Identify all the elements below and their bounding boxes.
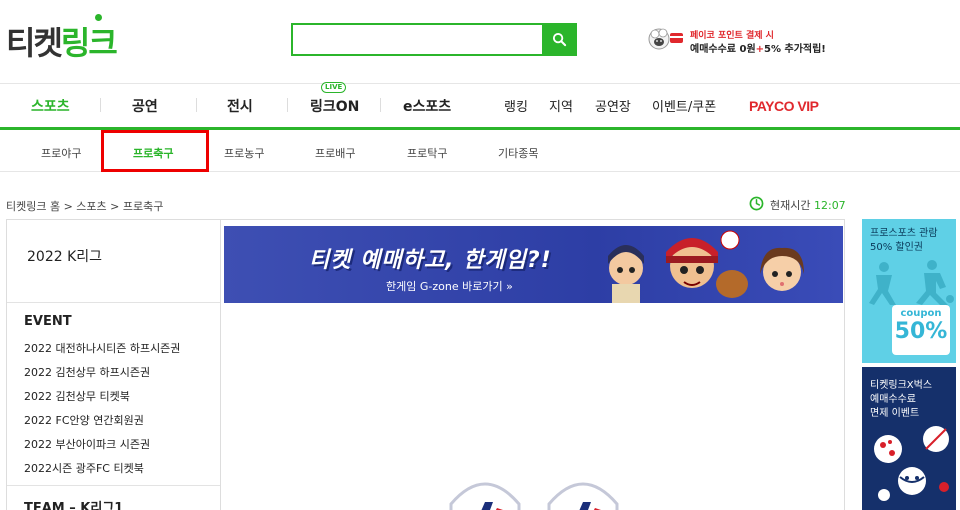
event-link[interactable]: 2022 대전하나시티즌 하프시즌권 — [24, 340, 180, 356]
main-content: 티켓 예매하고, 한게임?! 한게임 G-zone 바로가기 » — [220, 219, 845, 510]
nav-separator — [287, 98, 288, 112]
live-badge: LIVE — [321, 82, 347, 93]
athletes-silhouette-icon — [869, 260, 954, 307]
breadcrumb: 티켓링크 홈 > 스포츠 > 프로축구 — [6, 200, 164, 213]
ad1-line-1: 프로스포츠 관람 — [870, 228, 938, 239]
promo-plus: + — [755, 44, 765, 55]
logo-text-ticket: 티켓 — [6, 25, 63, 61]
logo-text-link: 링크 — [60, 25, 118, 61]
sheep-mascot-icon — [648, 28, 683, 50]
team-emblem-icon[interactable] — [441, 474, 529, 510]
event-heading: EVENT — [24, 314, 72, 329]
nav-item-performance[interactable]: 공연 — [132, 84, 158, 127]
search-input[interactable] — [293, 25, 542, 54]
nav-item-event-coupon[interactable]: 이벤트/쿠폰 — [652, 84, 716, 127]
nav-item-region[interactable]: 지역 — [549, 84, 573, 127]
nav-item-payco-vip[interactable]: PAYCO VIP — [749, 84, 819, 127]
site-header: 티켓링크 페이코 포인트 결제 시 예매수수료 0원+5% 추가적립! — [0, 0, 960, 84]
subnav-item-pro-soccer[interactable]: 프로축구 — [133, 133, 173, 172]
subnav-item-pro-baseball[interactable]: 프로야구 — [41, 133, 81, 172]
promo-line-2: 예매수수료 0원+5% 추가적립! — [690, 40, 826, 55]
nav-item-sports[interactable]: 스포츠 — [31, 84, 70, 127]
promo-extra-points: 5% 추가적립! — [764, 44, 826, 55]
ad2-line-2: 예매수수료 — [870, 394, 916, 405]
payco-promo-banner[interactable]: 페이코 포인트 결제 시 예매수수료 0원+5% 추가적립! — [646, 22, 846, 62]
logo-dot-icon — [95, 14, 102, 21]
left-sidebar: 2022 K리그 EVENT 2022 대전하나시티즌 하프시즌권 2022 김… — [6, 219, 221, 510]
event-link[interactable]: 2022 FC안양 연간회원권 — [24, 412, 144, 428]
subnav-item-pro-basketball[interactable]: 프로농구 — [224, 133, 264, 172]
subnav-item-pro-table-tennis[interactable]: 프로탁구 — [407, 133, 447, 172]
pro-sports-coupon-ad[interactable]: 프로스포츠 관람 50% 할인권 coupon 50% — [862, 219, 956, 363]
current-time: 현재시간 12:07 — [770, 197, 846, 213]
team-heading: TEAM – K리그1 — [24, 501, 124, 510]
event-link[interactable]: 2022 김천상무 티켓북 — [24, 388, 130, 404]
current-time-value: 12:07 — [813, 199, 846, 212]
search-button[interactable] — [542, 25, 576, 54]
ad2-text: 티켓링크X벅스 예매수수료 면제 이벤트 — [870, 379, 932, 421]
league-title: 2022 K리그 — [27, 249, 103, 265]
subnav-item-other-sports[interactable]: 기타종목 — [498, 133, 538, 172]
team-emblem-icon[interactable] — [539, 474, 627, 510]
bugs-fee-waiver-ad[interactable]: 티켓링크X벅스 예매수수료 면제 이벤트 — [862, 367, 956, 510]
search-box — [291, 23, 577, 56]
coupon-value: 50% — [894, 319, 948, 344]
coupon-word: coupon — [900, 308, 942, 319]
hangame-banner[interactable]: 티켓 예매하고, 한게임?! 한게임 G-zone 바로가기 » — [224, 226, 843, 303]
clock-icon — [749, 196, 764, 211]
ad2-line-3: 면제 이벤트 — [870, 408, 920, 419]
ad1-text: 프로스포츠 관람 50% 할인권 — [870, 227, 938, 255]
event-link[interactable]: 2022시즌 광주FC 티켓북 — [24, 460, 144, 476]
nav-separator — [100, 98, 101, 112]
event-link[interactable]: 2022 부산아이파크 시즌권 — [24, 436, 150, 452]
game-characters-icon — [608, 230, 804, 303]
ad1-line-2: 50% 할인권 — [870, 242, 924, 253]
nav-item-exhibition[interactable]: 전시 — [227, 84, 253, 127]
nav-separator — [196, 98, 197, 112]
ad2-line-1: 티켓링크X벅스 — [870, 380, 933, 391]
nav-item-venue[interactable]: 공연장 — [595, 84, 631, 127]
promo-fee-zero: 예매수수료 0원 — [690, 44, 756, 55]
subnav-item-pro-volleyball[interactable]: 프로배구 — [315, 133, 355, 172]
coupon-badge: coupon 50% — [892, 305, 950, 355]
nav-item-esports[interactable]: e스포츠 — [403, 84, 451, 127]
sidebar-divider — [7, 485, 221, 486]
sports-balls-icon — [874, 426, 949, 501]
ticketlink-logo[interactable]: 티켓링크 — [6, 14, 118, 64]
event-link[interactable]: 2022 김천상무 하프시즌권 — [24, 364, 150, 380]
banner-subtitle: 한게임 G-zone 바로가기 » — [386, 280, 513, 293]
nav-item-ranking[interactable]: 랭킹 — [504, 84, 528, 127]
sidebar-divider — [7, 302, 221, 303]
search-icon — [552, 32, 566, 47]
main-nav: 스포츠 공연 전시 링크ON e스포츠 랭킹 지역 공연장 이벤트/쿠폰 PAY… — [0, 84, 960, 130]
current-time-label: 현재시간 — [770, 199, 811, 212]
banner-title: 티켓 예매하고, 한게임?! — [309, 248, 552, 273]
nav-separator — [380, 98, 381, 112]
sub-nav: 프로야구 프로축구 프로농구 프로배구 프로탁구 기타종목 — [0, 133, 960, 172]
